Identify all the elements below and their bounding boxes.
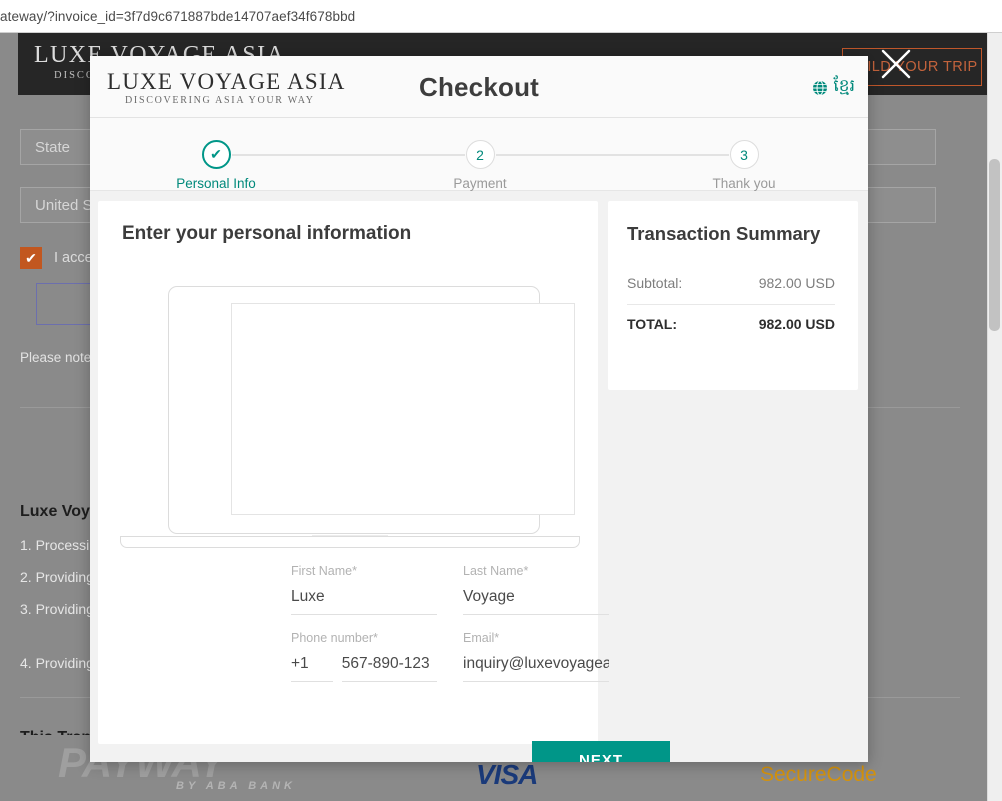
subtotal-label: Subtotal: bbox=[627, 275, 683, 291]
last-name-group: Last Name* Voyage bbox=[463, 564, 609, 615]
laptop-screen bbox=[231, 303, 575, 515]
laptop-lid bbox=[168, 286, 575, 534]
step-personal-info[interactable]: ✔ Personal Info bbox=[136, 140, 296, 191]
step-connector-1 bbox=[232, 154, 465, 156]
modal-body: Enter your personal information First Na… bbox=[90, 191, 868, 762]
summary-total-row: TOTAL: 982.00 USD bbox=[627, 316, 835, 332]
payway-logo-sub: BY ABA BANK bbox=[176, 780, 296, 792]
securecode-logo: SecureCode bbox=[760, 763, 877, 786]
phone-group: Phone number* +1 567-890-123 bbox=[291, 631, 437, 682]
phone-number-input[interactable]: 567-890-123 bbox=[341, 655, 437, 682]
personal-info-heading: Enter your personal information bbox=[122, 223, 412, 244]
total-value: 982.00 USD bbox=[758, 316, 835, 332]
subtotal-value: 982.00 USD bbox=[758, 275, 835, 291]
first-name-input[interactable]: Luxe bbox=[291, 588, 437, 615]
page-title: Checkout bbox=[418, 72, 540, 102]
page-scrollbar-track[interactable] bbox=[987, 33, 1002, 801]
globe-icon bbox=[813, 80, 828, 95]
step-marker: 3 bbox=[729, 140, 759, 169]
step-label: Payment bbox=[453, 176, 507, 191]
page-scrollbar-thumb[interactable] bbox=[989, 159, 1000, 331]
close-icon[interactable] bbox=[879, 47, 913, 81]
laptop-illustration bbox=[120, 286, 580, 556]
language-selector[interactable]: ខ្មែរ bbox=[812, 75, 855, 100]
step-marker-checkmark-icon: ✔ bbox=[201, 140, 231, 169]
first-name-group: First Name* Luxe bbox=[291, 564, 437, 615]
personal-info-card: Enter your personal information First Na… bbox=[98, 201, 609, 744]
first-name-label: First Name* bbox=[291, 564, 357, 578]
email-input[interactable]: inquiry@luxevoyagea bbox=[463, 655, 609, 682]
language-label: ខ្មែរ bbox=[833, 76, 855, 95]
email-label: Email* bbox=[463, 631, 500, 645]
phone-row: +1 567-890-123 bbox=[291, 655, 437, 682]
checkout-modal: LUXE VOYAGE ASIA DISCOVERING ASIA YOUR W… bbox=[90, 56, 868, 762]
total-label: TOTAL: bbox=[627, 316, 678, 332]
step-label: Personal Info bbox=[176, 176, 256, 191]
transaction-summary-card: Transaction Summary Subtotal: 982.00 USD… bbox=[608, 201, 858, 390]
visa-logo: VISA bbox=[476, 759, 538, 790]
summary-subtotal-row: Subtotal: 982.00 USD bbox=[627, 275, 835, 291]
checkout-stepper: ✔ Personal Info 2 Payment 3 Thank you bbox=[90, 118, 868, 191]
email-group: Email* inquiry@luxevoyagea bbox=[463, 631, 609, 682]
last-name-label: Last Name* bbox=[463, 564, 529, 578]
step-label: Thank you bbox=[712, 176, 776, 191]
phone-label: Phone number* bbox=[291, 631, 378, 645]
step-connector-2 bbox=[496, 154, 729, 156]
last-name-input[interactable]: Voyage bbox=[463, 588, 609, 615]
step-payment[interactable]: 2 Payment bbox=[400, 140, 560, 191]
summary-divider bbox=[627, 304, 835, 305]
step-thank-you[interactable]: 3 Thank you bbox=[664, 140, 824, 191]
summary-title: Transaction Summary bbox=[627, 223, 821, 244]
browser-url-bar[interactable]: ateway/?invoice_id=3f7d9c671887bde14707a… bbox=[0, 0, 1002, 33]
modal-header: LUXE VOYAGE ASIA DISCOVERING ASIA YOUR W… bbox=[90, 56, 868, 118]
laptop-base bbox=[120, 536, 580, 548]
accept-terms-checkbox[interactable]: ✔ bbox=[20, 247, 42, 269]
next-button[interactable]: NEXT bbox=[532, 741, 670, 762]
phone-country-code-input[interactable]: +1 bbox=[291, 655, 333, 682]
url-text[interactable]: ateway/?invoice_id=3f7d9c671887bde14707a… bbox=[0, 9, 355, 24]
step-marker: 2 bbox=[465, 140, 495, 169]
